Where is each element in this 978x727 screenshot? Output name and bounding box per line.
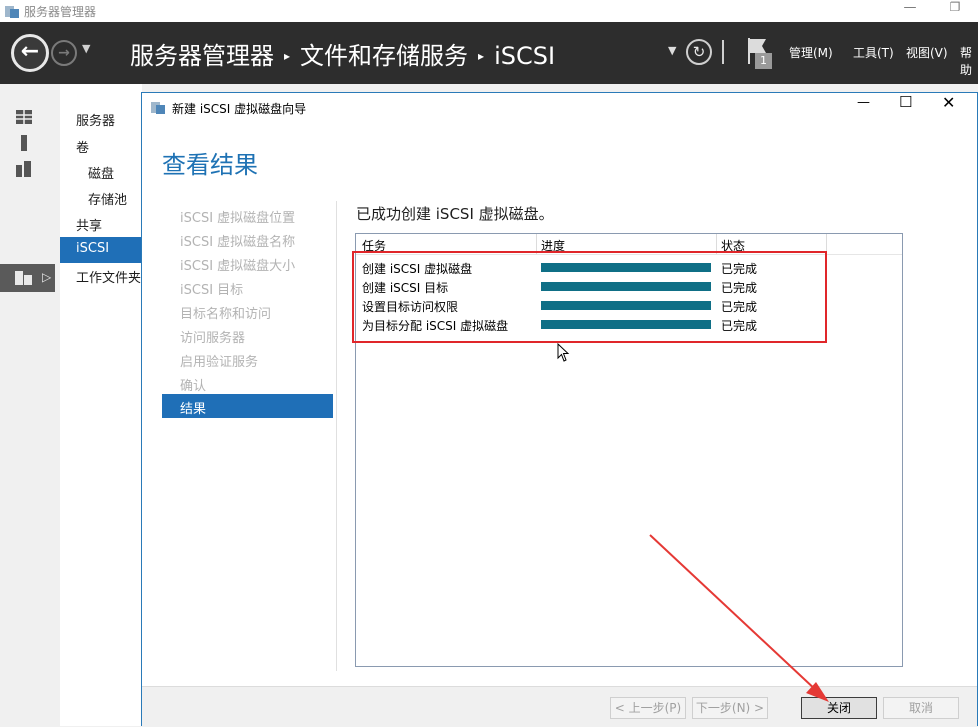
breadcrumb-separator-icon: ▸: [478, 49, 485, 63]
dashboard-icon[interactable]: [14, 108, 34, 126]
notification-count: 1: [760, 54, 767, 67]
page-title: 查看结果: [162, 151, 258, 179]
breadcrumb-dropdown-icon[interactable]: ▼: [668, 44, 676, 57]
history-dropdown-icon[interactable]: ▼: [82, 42, 90, 55]
nav-item-volumes[interactable]: 卷: [76, 137, 89, 156]
window-title: 服务器管理器: [24, 5, 97, 19]
sidebar: ▷: [0, 84, 61, 726]
nav-item-work-folders[interactable]: 工作文件夹: [76, 267, 141, 286]
success-message: 已成功创建 iSCSI 虚拟磁盘。: [356, 205, 554, 223]
breadcrumb-separator-icon: ▸: [284, 49, 291, 63]
step-enable-auth: 启用验证服务: [180, 355, 259, 370]
nav-item-disks[interactable]: 磁盘: [88, 163, 114, 182]
notifications-flag-icon[interactable]: 1: [746, 36, 776, 70]
mouse-cursor-icon: [557, 343, 570, 362]
menu-help[interactable]: 帮助: [960, 44, 978, 78]
close-button[interactable]: 关闭: [801, 697, 877, 719]
refresh-button[interactable]: ↻: [686, 39, 712, 65]
forward-button[interactable]: →: [51, 40, 77, 66]
nav-item-shares[interactable]: 共享: [76, 215, 102, 234]
breadcrumb-file-storage[interactable]: 文件和存储服务: [300, 42, 468, 70]
dialog-maximize-button[interactable]: ☐: [899, 93, 912, 111]
step-access-servers: 访问服务器: [180, 331, 246, 346]
step-target-name-access: 目标名称和访问: [180, 307, 272, 322]
back-button[interactable]: ←: [11, 34, 49, 72]
step-iscsi-target: iSCSI 目标: [180, 283, 244, 298]
menu-view[interactable]: 视图(V): [906, 44, 948, 61]
breadcrumb-iscsi[interactable]: iSCSI: [494, 42, 555, 70]
dialog-title: 新建 iSCSI 虚拟磁盘向导: [172, 102, 307, 116]
minimize-button[interactable]: —: [900, 0, 920, 20]
step-disk-location: iSCSI 虚拟磁盘位置: [180, 211, 296, 226]
navigation-pane: 服务器 卷 磁盘 存储池 共享 iSCSI 工作文件夹: [60, 84, 142, 726]
app-header: ← → ▼ 服务器管理器 ▸ 文件和存储服务 ▸ iSCSI ▼ ↻ 1 管理(M) 工…: [0, 22, 978, 84]
breadcrumb-server-manager[interactable]: 服务器管理器: [130, 42, 274, 70]
step-results-label: 结果: [180, 402, 207, 417]
local-server-icon[interactable]: [14, 134, 34, 152]
dialog-close-button[interactable]: ✕: [942, 93, 955, 112]
annotation-highlight-box: [352, 251, 827, 343]
breadcrumb: 服务器管理器 ▸ 文件和存储服务 ▸ iSCSI: [130, 36, 555, 71]
steps-divider: [336, 201, 337, 671]
window-title-bar: 服务器管理器 — ❐: [0, 0, 978, 22]
restore-button[interactable]: ❐: [945, 0, 965, 20]
file-storage-icon: [15, 271, 32, 285]
nav-item-iscsi-label: iSCSI: [76, 241, 110, 256]
previous-button[interactable]: < 上一步(P): [610, 697, 686, 719]
nav-item-servers[interactable]: 服务器: [76, 110, 115, 129]
step-results: 结果: [162, 394, 333, 418]
step-confirmation: 确认: [180, 379, 207, 394]
all-servers-icon[interactable]: [14, 160, 34, 178]
nav-item-storage-pools[interactable]: 存储池: [88, 189, 127, 208]
new-iscsi-virtual-disk-wizard: 新建 iSCSI 虚拟磁盘向导 — ☐ ✕ 查看结果 iSCSI 虚拟磁盘位置 …: [141, 92, 978, 727]
nav-item-iscsi[interactable]: iSCSI: [60, 237, 142, 263]
cancel-button[interactable]: 取消: [883, 697, 959, 719]
step-disk-size: iSCSI 虚拟磁盘大小: [180, 259, 296, 274]
next-button[interactable]: 下一步(N) >: [692, 697, 768, 719]
wizard-icon: [151, 102, 165, 114]
server-manager-icon: [5, 6, 19, 18]
expand-icon[interactable]: ▷: [42, 270, 51, 284]
header-divider: [722, 40, 724, 64]
menu-tools[interactable]: 工具(T): [853, 44, 894, 61]
dialog-minimize-button[interactable]: —: [857, 95, 870, 110]
menu-manage[interactable]: 管理(M): [789, 44, 833, 61]
step-disk-name: iSCSI 虚拟磁盘名称: [180, 235, 296, 250]
dialog-footer: < 上一步(P) 下一步(N) > 关闭 取消: [142, 686, 977, 727]
sidebar-active-item[interactable]: ▷: [0, 264, 55, 292]
